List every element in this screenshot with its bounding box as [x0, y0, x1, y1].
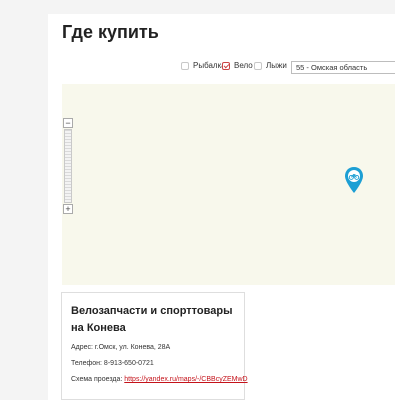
filter-fishing-checkbox[interactable]	[181, 61, 189, 70]
store-name-line2: на Конева	[71, 322, 126, 334]
zoom-control: − +	[63, 118, 75, 214]
filter-ski[interactable]: Лыжи	[254, 61, 287, 70]
filter-ski-label: Лыжи	[266, 61, 287, 70]
zoom-slider-track[interactable]	[64, 129, 72, 203]
map[interactable]: − +	[62, 84, 395, 285]
page-title: Где купить	[62, 22, 159, 42]
filter-fishing-label: Рыбалка	[193, 61, 226, 70]
filter-bike-checkbox[interactable]	[222, 61, 230, 70]
filter-bike-label: Вело	[234, 61, 253, 70]
store-route: Схема проезда: https://yandex.ru/maps/-/…	[71, 375, 248, 384]
filter-ski-checkbox[interactable]	[254, 61, 262, 70]
store-name-line1: Велозапчасти и спорттовары	[71, 305, 233, 317]
store-route-link[interactable]: https://yandex.ru/maps/-/CBBcyZEMwD	[124, 376, 247, 383]
filter-bike[interactable]: Вело	[222, 61, 253, 70]
region-select[interactable]: 55 - Омская область	[291, 61, 395, 74]
zoom-in-button[interactable]: +	[63, 204, 73, 214]
zoom-out-button[interactable]: −	[63, 118, 73, 128]
store-name: Велозапчасти и спорттовары на Конева	[71, 303, 235, 337]
store-address: Адрес: г.Омск, ул. Конева, 28А	[71, 344, 171, 351]
store-card: Велозапчасти и спорттовары на Конева Адр…	[61, 292, 248, 400]
store-route-label: Схема проезда:	[71, 376, 125, 383]
bicycle-map-pin-icon[interactable]	[344, 166, 364, 194]
filter-fishing[interactable]: Рыбалка	[181, 61, 226, 70]
store-phone: Телефон: 8-913-650-0721	[71, 360, 154, 367]
